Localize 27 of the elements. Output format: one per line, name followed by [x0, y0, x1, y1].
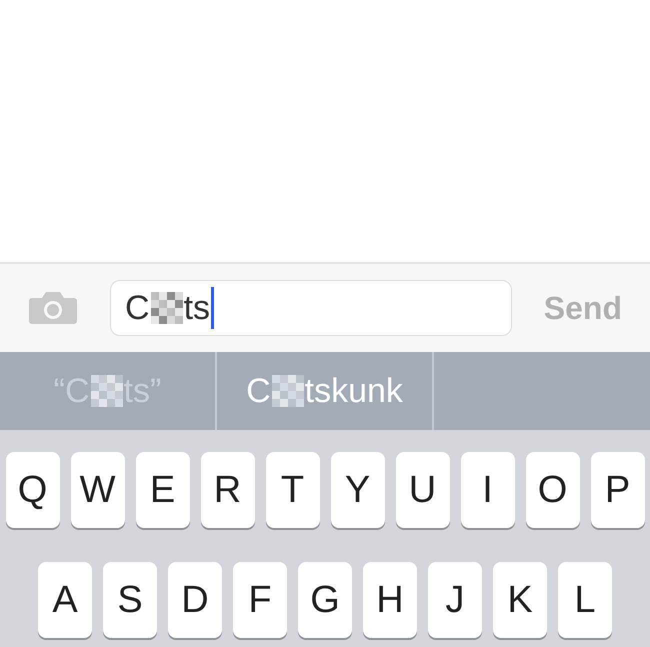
pixelated-blur-icon	[90, 375, 124, 407]
keyboard-key[interactable]: G	[298, 562, 352, 638]
keyboard-key[interactable]: Q	[6, 452, 60, 528]
text-cursor	[211, 287, 214, 329]
keyboard-key[interactable]: W	[70, 452, 124, 528]
pixelated-blur-icon	[270, 375, 305, 407]
keyboard-key[interactable]: D	[168, 562, 222, 638]
camera-icon[interactable]	[28, 290, 78, 326]
keyboard-key[interactable]: K	[493, 562, 547, 638]
keyboard-key[interactable]: U	[396, 452, 450, 528]
keyboard-key[interactable]: Y	[330, 452, 384, 528]
keyboard-key[interactable]: J	[428, 562, 482, 638]
keyboard-key[interactable]: A	[38, 562, 92, 638]
pixelated-blur-icon	[150, 292, 184, 324]
keyboard-key[interactable]: E	[136, 452, 190, 528]
field-text-end: ts	[184, 288, 210, 328]
keyboard-key[interactable]: R	[200, 452, 254, 528]
field-text-start: C	[125, 288, 150, 328]
keyboard-key[interactable]: H	[363, 562, 417, 638]
keyboard-key[interactable]: S	[103, 562, 157, 638]
keyboard-key[interactable]: O	[526, 452, 580, 528]
keyboard-key[interactable]: T	[266, 452, 320, 528]
message-field[interactable]: C ts	[110, 280, 512, 336]
keyboard-key[interactable]: F	[233, 562, 287, 638]
keyboard-key[interactable]: P	[590, 452, 644, 528]
keyboard-key[interactable]: L	[558, 562, 612, 638]
keyboard-key[interactable]: I	[460, 452, 514, 528]
